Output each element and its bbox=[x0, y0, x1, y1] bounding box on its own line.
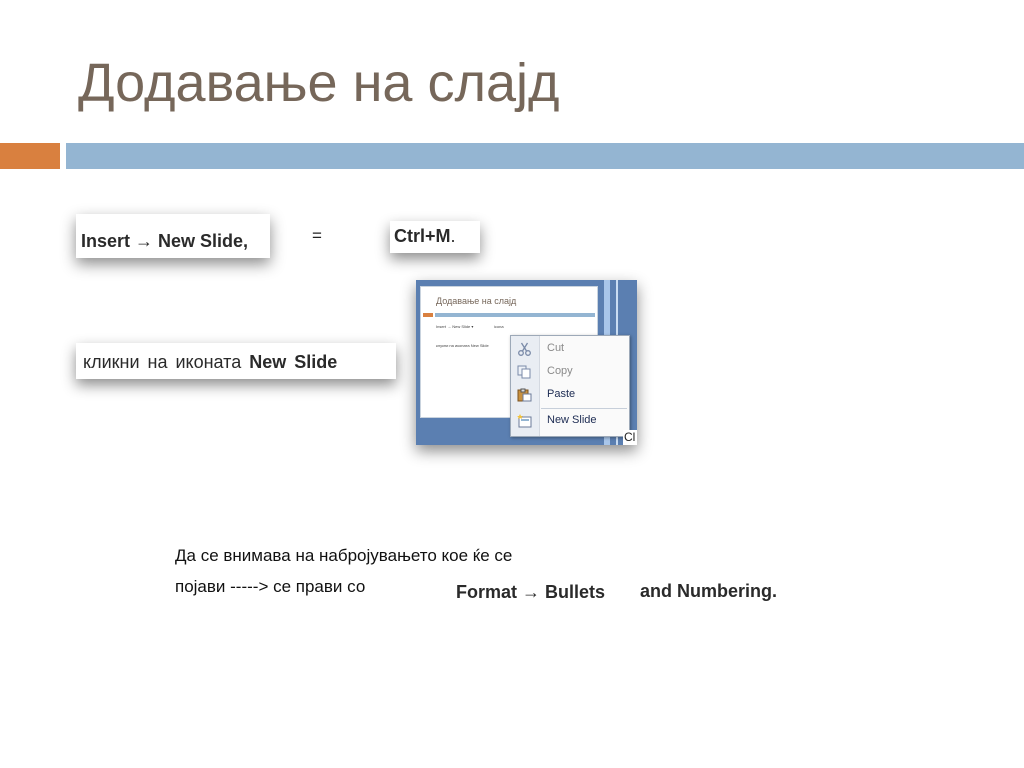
insert-new-slide-snippet: Insert → New Slide, bbox=[76, 214, 270, 258]
menu-item-cut[interactable]: Cut bbox=[511, 338, 629, 360]
and-numbering-text: and Numbering. bbox=[640, 581, 778, 601]
thumbnail-accent-blue bbox=[435, 313, 595, 317]
menu-item-label: New Slide bbox=[547, 414, 597, 426]
click-icon-snippet: кликни на иконата New Slide bbox=[76, 343, 396, 379]
thumbnail-corner-text: Cl bbox=[624, 430, 636, 444]
ctrl-m-dot: . bbox=[450, 226, 456, 246]
menu-item-new-slide[interactable]: New Slide bbox=[511, 410, 629, 432]
thumbnail-title: Додавање на слајд bbox=[436, 296, 517, 306]
context-menu: Cut Copy Paste New Slide bbox=[510, 335, 630, 437]
copy-icon bbox=[517, 365, 531, 379]
thumbnail-corner-fragment: Cl bbox=[623, 430, 637, 445]
format-bullets-text: Format → Bullets bbox=[456, 582, 606, 602]
accent-bar-blue bbox=[66, 143, 1024, 169]
insert-new-slide-text: Insert → New Slide, bbox=[81, 231, 249, 251]
context-menu-separator bbox=[541, 408, 627, 409]
ctrl-m-text: Ctrl+M bbox=[394, 226, 451, 246]
menu-item-paste[interactable]: Paste bbox=[511, 384, 629, 406]
menu-item-copy[interactable]: Copy bbox=[511, 361, 629, 383]
click-instruction-bold: New Slide bbox=[249, 352, 338, 372]
thumbnail-text-fragment: icona bbox=[494, 324, 504, 329]
accent-bar-orange bbox=[0, 143, 60, 169]
scissors-icon bbox=[518, 342, 531, 356]
thumbnail-text-line: Insert → New Slide ▾ bbox=[436, 324, 474, 329]
format-bullets-snippet: Format → Bullets and Numbering. bbox=[452, 577, 806, 607]
thumbnail-accent-orange bbox=[423, 313, 433, 317]
slide-thumbnail-screenshot: Додавање на слајд Insert → New Slide ▾ i… bbox=[416, 280, 637, 445]
menu-item-label: Paste bbox=[547, 388, 576, 400]
ctrl-m-snippet: Ctrl+M. bbox=[390, 221, 480, 253]
paste-icon bbox=[517, 388, 532, 402]
menu-item-label: Cut bbox=[547, 342, 565, 354]
thumbnail-text-line: клукни на иконата New Slide bbox=[436, 343, 489, 348]
new-slide-icon bbox=[517, 414, 532, 428]
note-line-1: Да се внимава на набројувањето кое ќе се bbox=[175, 546, 513, 565]
menu-item-label: Copy bbox=[547, 365, 573, 377]
click-instruction-text: кликни на иконата bbox=[83, 352, 250, 372]
equals-sign: = bbox=[312, 226, 322, 245]
slide-title: Додавање на слајд bbox=[78, 53, 560, 113]
